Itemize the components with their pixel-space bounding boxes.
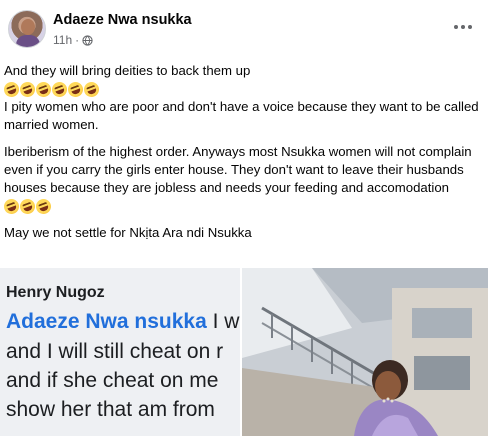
post-line-iberiberism: Iberiberism of the highest order. Anyway… xyxy=(1,143,482,217)
more-dot xyxy=(454,25,458,29)
laugh-emoji xyxy=(33,196,54,217)
author-name[interactable]: Adaeze Nwa nsukka xyxy=(53,12,192,28)
screenshot-commenter-name: Henry Nugoz xyxy=(6,284,105,301)
inline-emoji-group xyxy=(1,196,54,217)
laugh-emoji xyxy=(49,79,70,99)
screenshot-tag: Adaeze Nwa nsukka xyxy=(6,310,207,333)
avatar-face xyxy=(21,19,35,35)
meta-separator: · xyxy=(75,33,80,47)
laugh-emoji xyxy=(1,196,22,217)
more-options-icon[interactable] xyxy=(452,20,474,34)
avatar-body xyxy=(16,35,40,47)
laugh-emoji xyxy=(65,79,86,99)
comment-screenshot-image[interactable]: Henry Nugoz Adaeze Nwa nsukka I w and I … xyxy=(0,268,240,436)
post-meta: 11h · xyxy=(53,33,93,47)
laugh-emoji xyxy=(1,79,22,99)
post-line-iberiberism-text: Iberiberism of the highest order. Anyway… xyxy=(4,144,472,195)
post-line-settle: May we not settle for Nkịta Ara ndi Nsuk… xyxy=(4,225,252,240)
post-text: And they will bring deities to back them… xyxy=(1,62,482,242)
selfie-photo[interactable] xyxy=(242,268,488,436)
post-line-pity: I pity women who are poor and don't have… xyxy=(4,99,479,132)
more-dot xyxy=(461,25,465,29)
laugh-emoji xyxy=(17,79,38,99)
screenshot-line-2: and I will still cheat on r xyxy=(6,340,224,363)
post-line-deities: And they will bring deities to back them… xyxy=(4,63,251,78)
screenshot-line-4: show her that am from xyxy=(6,398,215,421)
selfie-photo-drawing xyxy=(242,268,488,436)
screenshot-line-3: and if she cheat on me xyxy=(6,369,219,392)
laugh-emoji xyxy=(81,79,102,99)
emoji-row xyxy=(1,79,482,99)
post-media[interactable]: Henry Nugoz Adaeze Nwa nsukka I w and I … xyxy=(0,268,488,436)
screenshot-tag-tail: I w xyxy=(206,310,240,333)
laugh-emoji xyxy=(33,79,54,99)
more-dot xyxy=(468,25,472,29)
laugh-emoji xyxy=(17,196,38,217)
globe-icon[interactable] xyxy=(82,34,93,46)
author-avatar[interactable] xyxy=(8,10,46,48)
screenshot-line-1: Adaeze Nwa nsukka I w xyxy=(6,310,239,334)
post-header: Adaeze Nwa nsukka 11h · xyxy=(0,0,488,58)
post-time[interactable]: 11h xyxy=(53,33,72,47)
